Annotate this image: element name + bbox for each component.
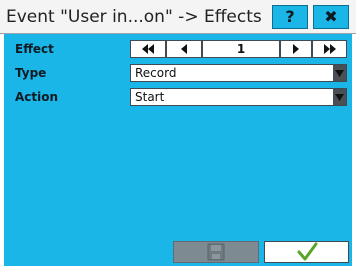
double-right-icon (323, 44, 336, 54)
type-select[interactable]: Record (130, 64, 347, 82)
save-button[interactable] (173, 241, 259, 263)
last-effect-button[interactable] (312, 40, 347, 58)
first-effect-button[interactable] (130, 40, 166, 58)
help-button[interactable]: ? (272, 5, 308, 29)
left-triangle-icon (181, 44, 187, 54)
type-label: Type (15, 66, 47, 80)
action-select[interactable]: Start (130, 88, 347, 106)
action-value: Start (135, 90, 165, 104)
effects-panel: Effect 1 Type Record Action Start (4, 34, 352, 266)
next-effect-button[interactable] (280, 40, 312, 58)
effect-number: 1 (202, 40, 280, 58)
check-icon (297, 242, 318, 261)
type-value: Record (135, 66, 177, 80)
previous-effect-button[interactable] (166, 40, 202, 58)
action-label: Action (15, 90, 59, 104)
chevron-down-icon (333, 65, 346, 81)
floppy-disk-icon (207, 243, 225, 261)
effect-label: Effect (15, 42, 54, 56)
double-left-icon (142, 44, 154, 54)
ok-button[interactable] (264, 241, 349, 263)
title-bar: Event "User in...on" -> Effects ? ✖ (0, 0, 356, 34)
chevron-down-icon (333, 89, 346, 105)
right-triangle-icon (293, 44, 299, 54)
close-button[interactable]: ✖ (313, 5, 349, 29)
window-title: Event "User in...on" -> Effects (6, 7, 262, 27)
